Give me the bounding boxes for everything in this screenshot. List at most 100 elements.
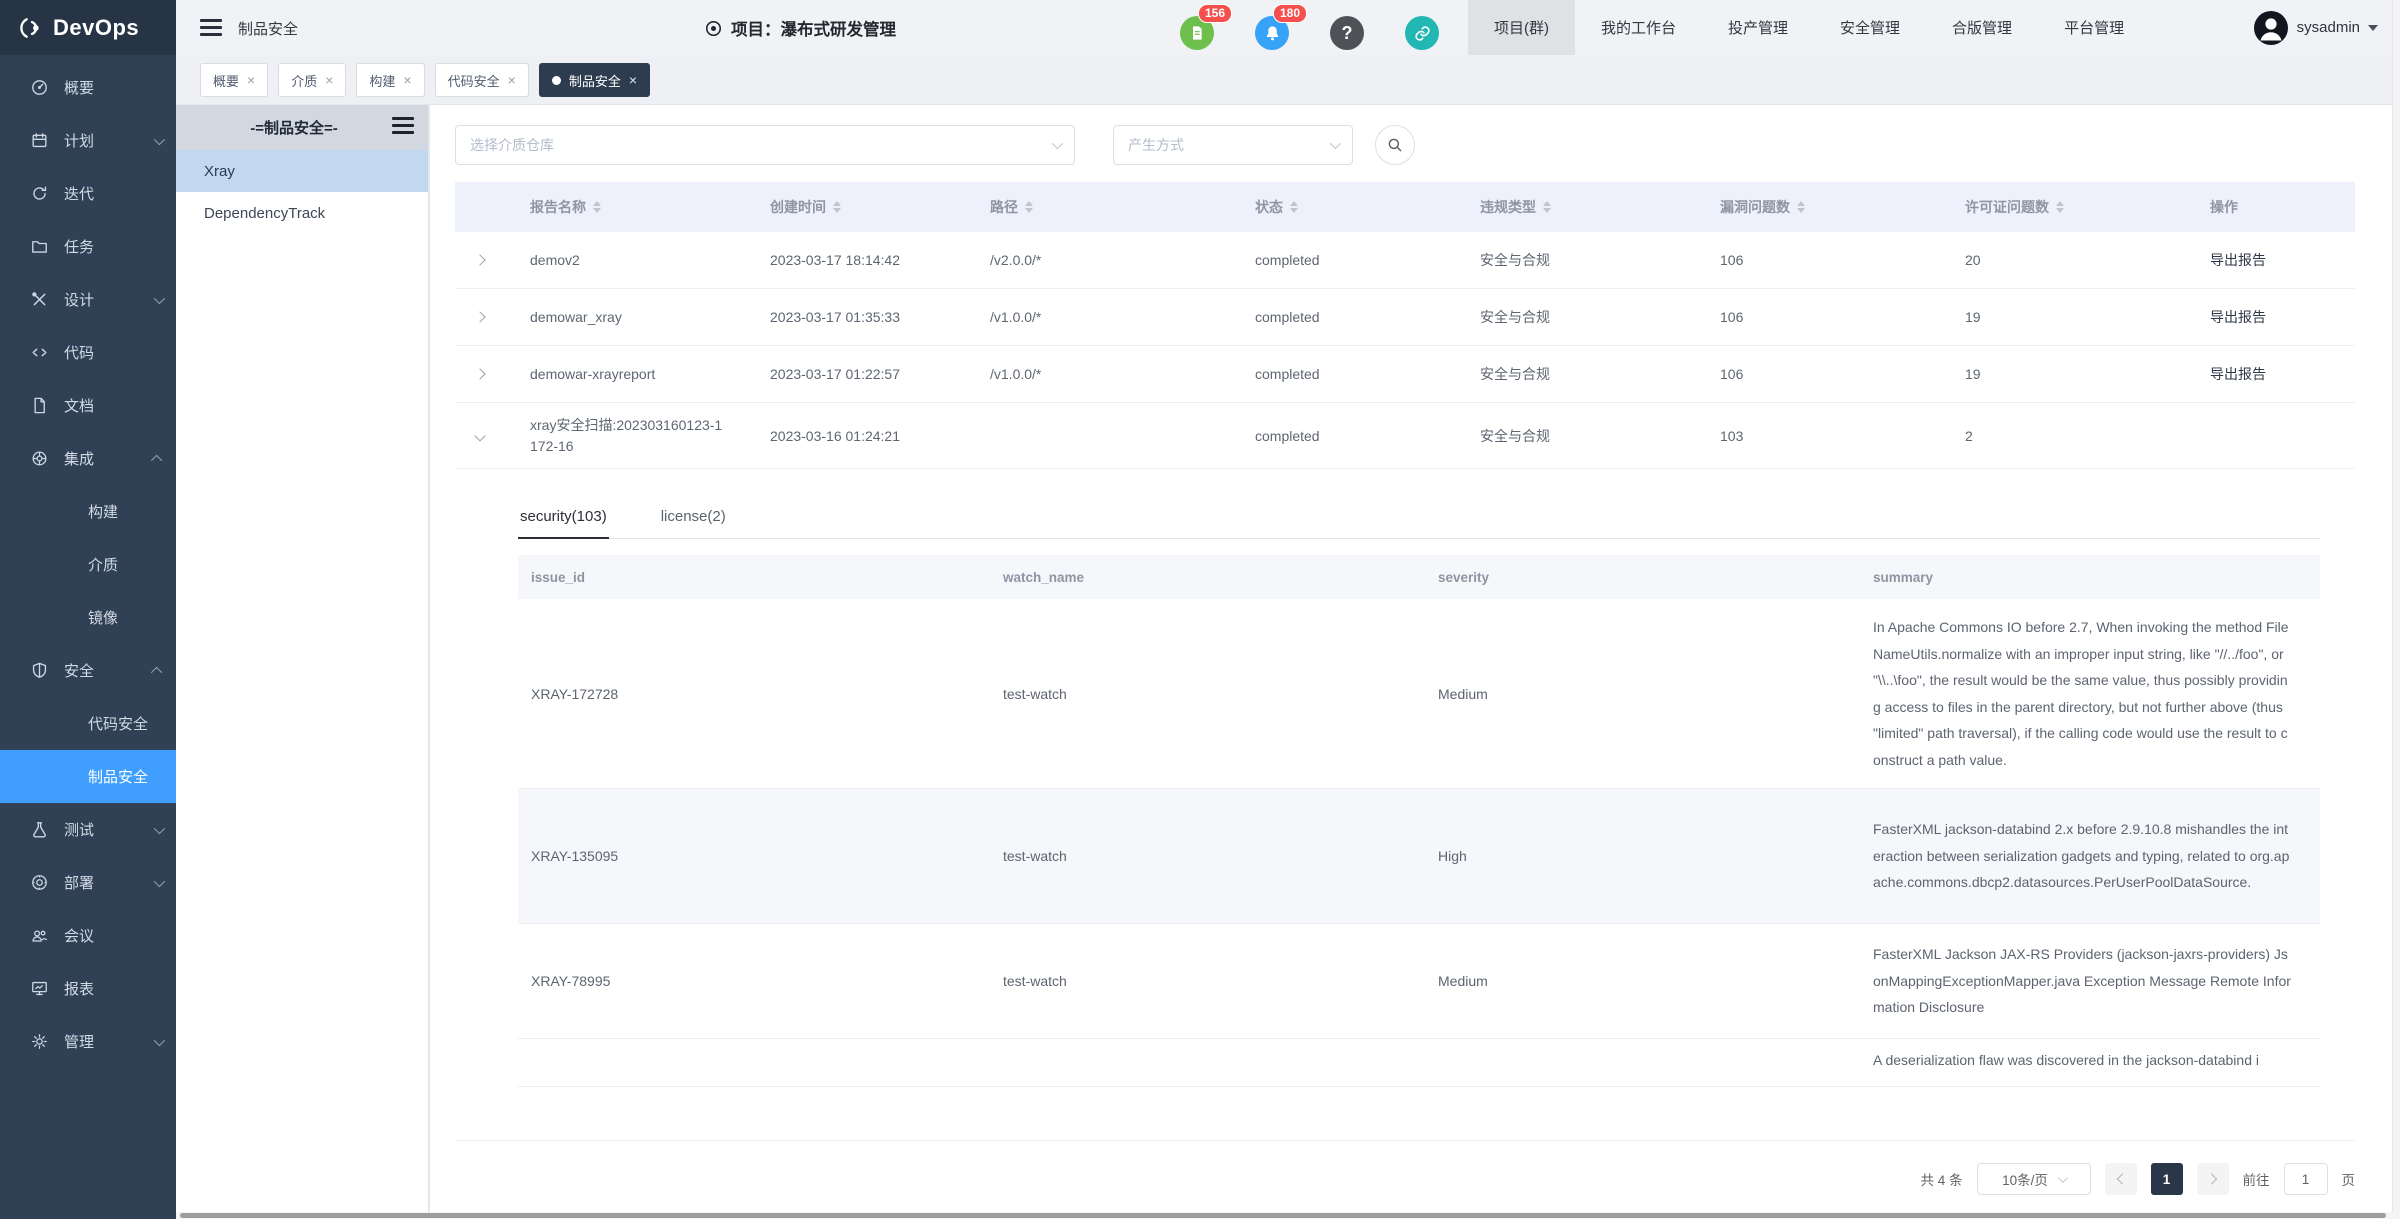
expand-row-icon[interactable] [455, 256, 505, 264]
sidebar-item-iteration[interactable]: 迭代 [0, 167, 176, 220]
helm-icon [30, 449, 49, 468]
tab-artifact-security[interactable]: 制品安全 × [539, 63, 650, 97]
export-report-link[interactable]: 导出报告 [2210, 309, 2266, 325]
chevron-down-icon [1052, 138, 1063, 149]
expand-row-icon[interactable] [455, 313, 505, 321]
collapse-row-icon[interactable] [455, 432, 505, 440]
view-tabs: 概要 × 介质 × 构建 × 代码安全 × 制品安全 × [176, 55, 2400, 105]
user-menu[interactable]: sysadmin [2253, 0, 2378, 55]
tab-artifact[interactable]: 介质 × [278, 63, 346, 97]
tab-build[interactable]: 构建 × [356, 63, 424, 97]
sidebar-item-plan[interactable]: 计划 [0, 114, 176, 167]
scan-detail-panel: security(103) license(2) issue_id watch_… [518, 497, 2320, 1091]
tab-license[interactable]: license(2) [659, 498, 728, 539]
issue-row[interactable]: XRAY-135095 test-watch High FasterXML ja… [518, 789, 2320, 924]
export-report-link[interactable]: 导出报告 [2210, 366, 2266, 382]
panel-header: -=制品安全=- [176, 105, 428, 150]
monitor-icon [30, 979, 49, 998]
sort-icon[interactable] [1543, 201, 1551, 213]
expand-row-icon[interactable] [455, 370, 505, 378]
sort-icon[interactable] [1797, 201, 1805, 213]
notifications-bell-button[interactable]: 180 [1255, 16, 1289, 50]
nav-item-production[interactable]: 投产管理 [1702, 0, 1814, 55]
app-logo-text: DevOps [53, 15, 139, 41]
nav-item-workbench[interactable]: 我的工作台 [1575, 0, 1702, 55]
panel-item-dependencytrack[interactable]: DependencyTrack [176, 192, 428, 234]
sort-icon[interactable] [1025, 201, 1033, 213]
sidebar-item-task[interactable]: 任务 [0, 220, 176, 273]
tab-code-security[interactable]: 代码安全 × [435, 63, 529, 97]
sidebar-item-security[interactable]: 安全 [0, 644, 176, 697]
nav-item-release-mgmt[interactable]: 合版管理 [1926, 0, 2038, 55]
chevron-down-icon [154, 1034, 165, 1045]
table-row[interactable]: demov2 2023-03-17 18:14:42 /v2.0.0/* com… [455, 232, 2355, 289]
close-tab-icon[interactable]: × [325, 73, 333, 87]
chevron-up-icon [151, 666, 162, 677]
sidebar-item-build[interactable]: 构建 [0, 485, 176, 538]
project-icon [704, 19, 723, 38]
close-tab-icon[interactable]: × [508, 73, 516, 87]
sidebar-item-test[interactable]: 测试 [0, 803, 176, 856]
sidebar-item-meeting[interactable]: 会议 [0, 909, 176, 962]
help-button[interactable]: ? [1330, 16, 1364, 50]
sort-icon[interactable] [1290, 201, 1298, 213]
horizontal-scrollbar-thumb[interactable] [180, 1213, 2386, 1218]
active-dot-icon [552, 76, 561, 85]
next-page-button[interactable] [2197, 1163, 2229, 1195]
horizontal-scrollbar[interactable] [176, 1212, 2400, 1219]
sidebar-item-artifact-security[interactable]: 制品安全 [0, 750, 176, 803]
close-tab-icon[interactable]: × [247, 73, 255, 87]
sidebar-item-docs[interactable]: 文档 [0, 379, 176, 432]
detail-table-header: issue_id watch_name severity summary [518, 555, 2320, 599]
sidebar-item-deploy[interactable]: 部署 [0, 856, 176, 909]
sidebar-item-image[interactable]: 镜像 [0, 591, 176, 644]
app-logo[interactable]: DevOps [0, 0, 176, 55]
prev-page-button[interactable] [2105, 1163, 2137, 1195]
mode-select[interactable]: 产生方式 [1113, 125, 1353, 165]
hamburger-menu-icon[interactable] [200, 19, 222, 40]
close-tab-icon[interactable]: × [629, 73, 637, 87]
page-suffix: 页 [2342, 1169, 2356, 1189]
report-doc-button[interactable]: 156 [1180, 16, 1214, 50]
table-row[interactable]: demowar-xrayreport 2023-03-17 01:22:57 /… [455, 346, 2355, 403]
link-button[interactable] [1405, 16, 1439, 50]
issue-row[interactable]: XRAY-78995 test-watch Medium FasterXML J… [518, 924, 2320, 1039]
issue-row[interactable]: XRAY-172728 test-watch Medium In Apache … [518, 599, 2320, 789]
nav-item-platform-mgmt[interactable]: 平台管理 [2038, 0, 2150, 55]
nav-item-security-mgmt[interactable]: 安全管理 [1814, 0, 1926, 55]
search-button[interactable] [1375, 125, 1415, 165]
table-row[interactable]: demowar_xray 2023-03-17 01:35:33 /v1.0.0… [455, 289, 2355, 346]
repo-select[interactable]: 选择介质仓库 [455, 125, 1075, 165]
sidebar-item-artifact[interactable]: 介质 [0, 538, 176, 591]
sidebar-item-integration[interactable]: 集成 [0, 432, 176, 485]
tab-overview[interactable]: 概要 × [200, 63, 268, 97]
close-tab-icon[interactable]: × [403, 73, 411, 87]
sort-icon[interactable] [2056, 201, 2064, 213]
folder-icon [30, 237, 49, 256]
export-report-link[interactable]: 导出报告 [2210, 252, 2266, 268]
goto-label: 前往 [2243, 1169, 2270, 1189]
sidebar-item-overview[interactable]: 概要 [0, 61, 176, 114]
sort-icon[interactable] [593, 201, 601, 213]
search-icon [1386, 136, 1404, 154]
sidebar-item-report[interactable]: 报表 [0, 962, 176, 1015]
goto-page-input[interactable] [2284, 1163, 2328, 1195]
panel-menu-icon[interactable] [392, 117, 414, 138]
sidebar-item-design[interactable]: 设计 [0, 273, 176, 326]
chevron-up-icon [151, 454, 162, 465]
sidebar-item-manage[interactable]: 管理 [0, 1015, 176, 1068]
question-icon: ? [1342, 23, 1353, 44]
calendar-icon [30, 131, 49, 150]
table-row-expanded[interactable]: xray安全扫描:202303160123-1172-16 2023-03-16… [455, 403, 2355, 469]
sort-icon[interactable] [833, 201, 841, 213]
top-header: 制品安全 项目：瀑布式研发管理 156 180 ? 项目(群) 我的工作台 投产… [176, 0, 2400, 55]
issue-row[interactable]: A deserialization flaw was discovered in… [518, 1039, 2320, 1087]
sidebar-item-code-security[interactable]: 代码安全 [0, 697, 176, 750]
panel-item-xray[interactable]: Xray [176, 150, 428, 192]
page-size-select[interactable]: 10条/页 [1977, 1163, 2091, 1195]
tab-security[interactable]: security(103) [518, 498, 609, 539]
vertical-scrollbar[interactable] [2392, 0, 2400, 1219]
page-number-button[interactable]: 1 [2151, 1163, 2183, 1195]
nav-item-projects[interactable]: 项目(群) [1468, 0, 1575, 55]
sidebar-item-code[interactable]: 代码 [0, 326, 176, 379]
